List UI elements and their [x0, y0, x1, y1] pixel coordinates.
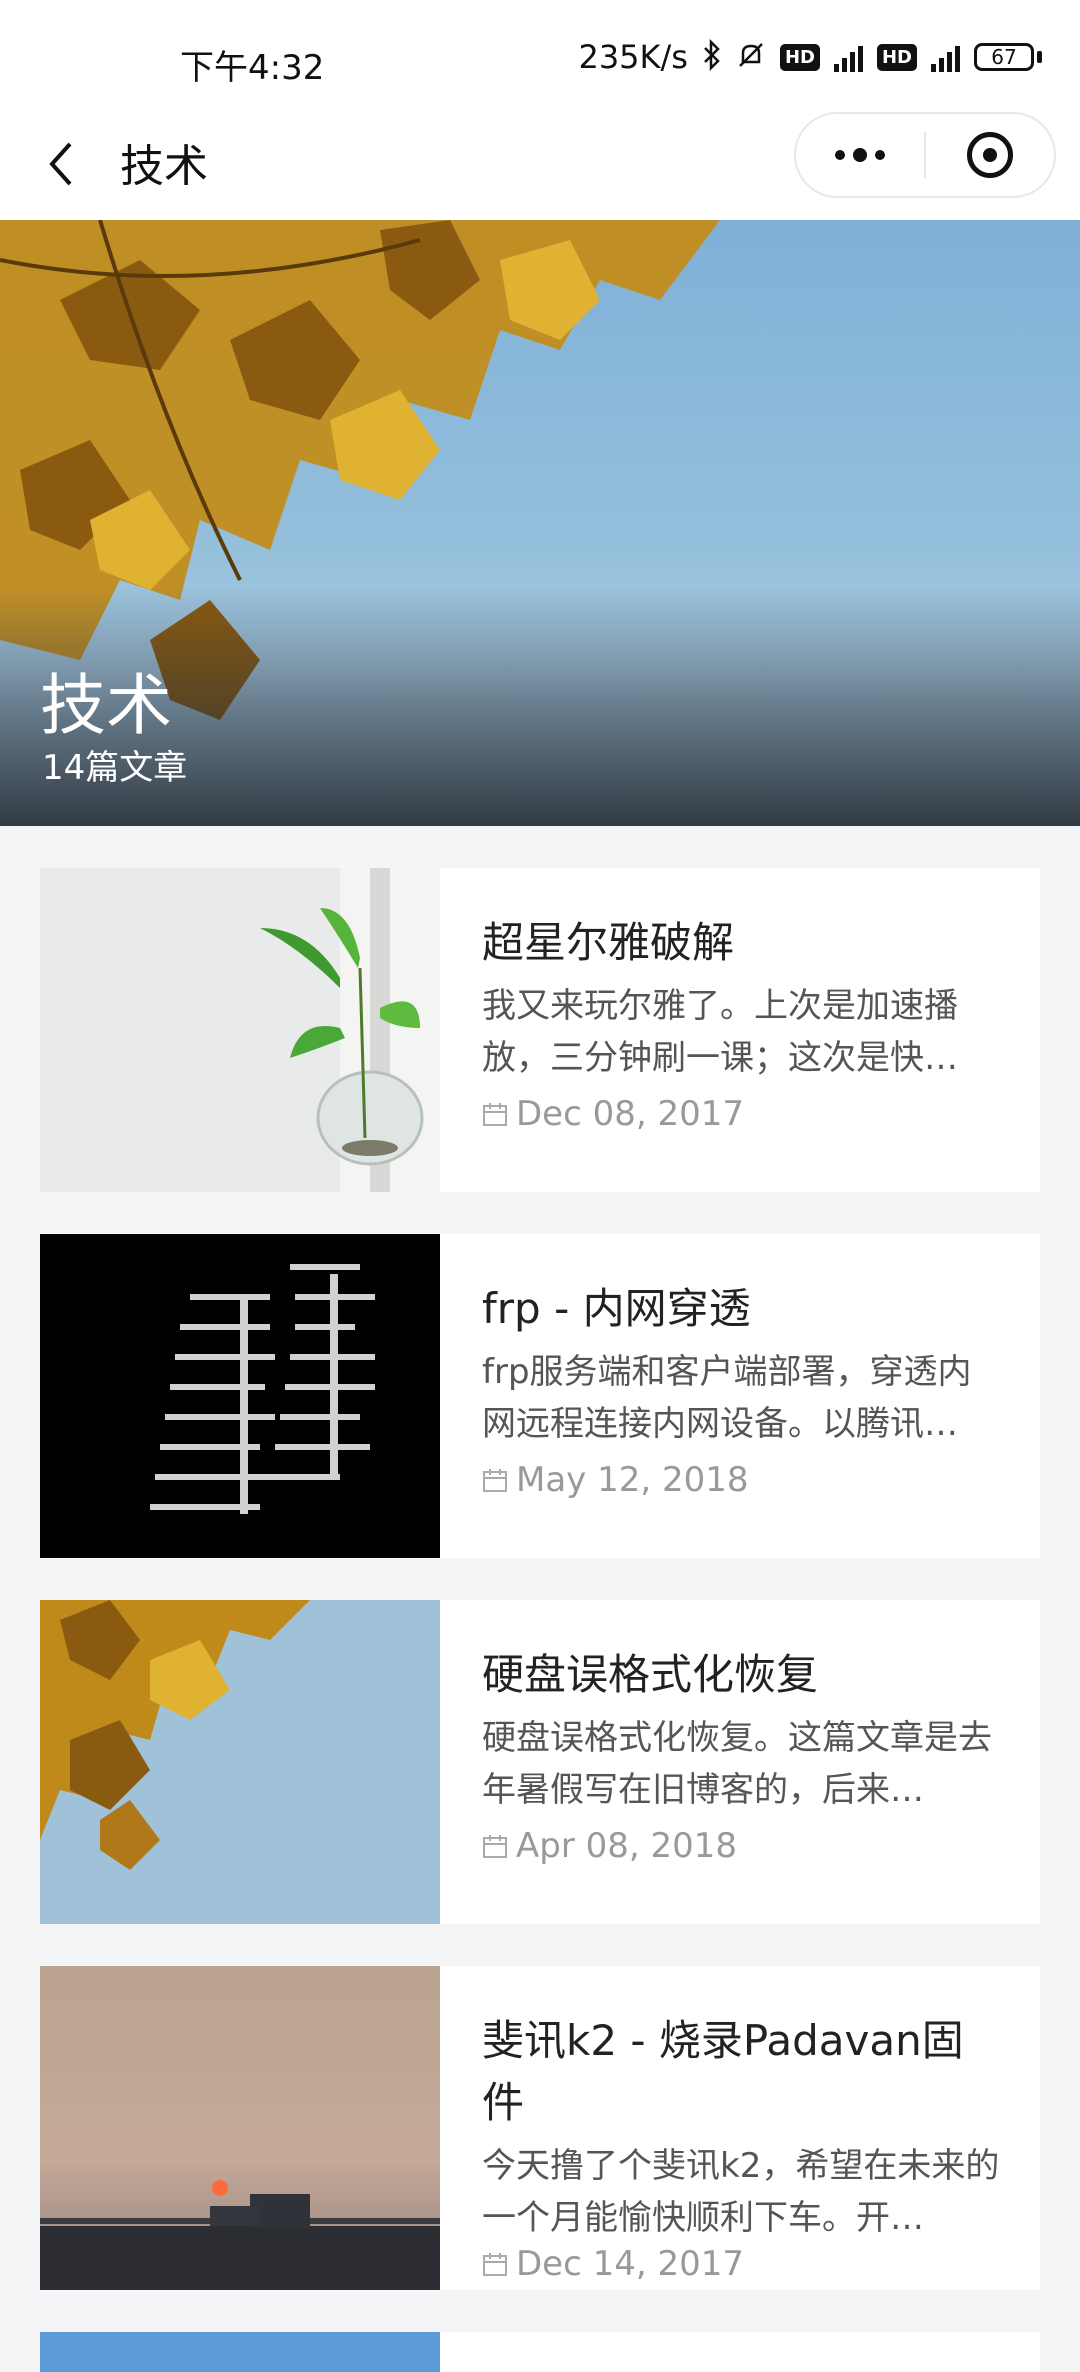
battery-icon: 67	[974, 43, 1042, 71]
hero-title: 技术	[40, 667, 172, 744]
article-date: Apr 08, 2018	[516, 1826, 738, 1866]
article-date-row: Dec 08, 2017	[482, 1094, 1002, 1134]
article-card[interactable]: 斐讯k2 - 烧录Padavan固件 今天撸了个斐讯k2，希望在未来的一个月能愉…	[40, 1966, 1040, 2290]
article-title: 斐讯k2 - 烧录Padavan固件	[482, 2016, 964, 2127]
article-title: frp - 内网穿透	[482, 1284, 751, 1333]
calendar-icon	[483, 1103, 507, 1126]
status-bar: 下午4:32 235K/s HD HD 67	[0, 0, 1080, 110]
status-icons: 235K/s HD HD 67	[578, 38, 1042, 76]
hd-badge-2: HD	[876, 43, 917, 71]
mini-program-capsule	[794, 112, 1056, 198]
close-miniprogram-button[interactable]	[926, 114, 1054, 196]
article-card[interactable]: 超星尔雅破解 我又来玩尔雅了。上次是加速播放，三分钟刷一课；这次是快… Dec …	[40, 868, 1040, 1192]
mute-bell-icon	[736, 40, 766, 75]
more-button[interactable]	[796, 114, 924, 196]
article-body: frp - 内网穿透 frp服务端和客户端部署，穿透内网远程连接内网设备。以腾讯…	[482, 1278, 1002, 1500]
article-body: 硬盘误格式化恢复 硬盘误格式化恢复。这篇文章是去年暑假写在旧博客的，后来… Ap…	[482, 1644, 1002, 1866]
article-date: May 12, 2018	[516, 1460, 749, 1500]
article-excerpt: frp服务端和客户端部署，穿透内网远程连接内网设备。以腾讯…	[482, 1352, 972, 1444]
article-thumbnail	[40, 868, 440, 1192]
article-date: Dec 14, 2017	[516, 2244, 745, 2284]
more-dots-icon	[835, 148, 885, 162]
article-date-row: Apr 08, 2018	[482, 1826, 1002, 1866]
battery-level: 67	[974, 43, 1034, 71]
calendar-icon	[483, 1835, 507, 1858]
article-card-partial[interactable]	[40, 2332, 1040, 2372]
article-body: 斐讯k2 - 烧录Padavan固件 今天撸了个斐讯k2，希望在未来的一个月能愉…	[482, 2010, 1002, 2284]
plant-vase-image	[40, 868, 440, 1192]
network-speed: 235K/s	[578, 38, 688, 76]
article-title: 硬盘误格式化恢复	[482, 1650, 819, 1699]
article-excerpt: 今天撸了个斐讯k2，希望在未来的一个月能愉快顺利下车。开…	[482, 2146, 1000, 2238]
article-date: Dec 08, 2017	[516, 1094, 745, 1134]
signal-icon-2	[931, 42, 960, 72]
article-card[interactable]: frp - 内网穿透 frp服务端和客户端部署，穿透内网远程连接内网设备。以腾讯…	[40, 1234, 1040, 1558]
article-thumbnail	[40, 1966, 440, 2290]
article-thumbnail	[40, 1600, 440, 1924]
signal-icon-1	[833, 42, 863, 72]
sunset-truck-image	[40, 1966, 440, 2290]
article-body: 超星尔雅破解 我又来玩尔雅了。上次是加速播放，三分钟刷一课；这次是快… Dec …	[482, 912, 1002, 1134]
article-title: 超星尔雅破解	[482, 918, 735, 967]
target-circle-icon	[967, 132, 1013, 178]
page-title: 技术	[120, 141, 208, 192]
article-date-row: May 12, 2018	[482, 1460, 1002, 1500]
autumn-leaves-thumb-image	[40, 1600, 440, 1924]
article-excerpt: 硬盘误格式化恢复。这篇文章是去年暑假写在旧博客的，后来…	[482, 1718, 992, 1810]
hero-article-count: 14篇文章	[42, 748, 188, 788]
article-card[interactable]: 硬盘误格式化恢复 硬盘误格式化恢复。这篇文章是去年暑假写在旧博客的，后来… Ap…	[40, 1600, 1040, 1924]
chevron-left-icon	[49, 142, 72, 186]
nav-bar: 技术	[0, 110, 1080, 220]
hd-badge-1: HD	[779, 43, 820, 71]
article-thumbnail	[40, 2332, 440, 2372]
calendar-icon	[483, 1469, 507, 1492]
article-date-row: Dec 14, 2017	[482, 2244, 1002, 2284]
calendar-icon	[483, 2253, 507, 2276]
status-time: 下午4:32	[180, 48, 325, 88]
article-thumbnail	[40, 1234, 440, 1558]
code-screen-image	[40, 1234, 440, 1558]
category-hero: 技术 14篇文章	[0, 220, 1080, 826]
article-excerpt: 我又来玩尔雅了。上次是加速播放，三分钟刷一课；这次是快…	[482, 986, 958, 1078]
bluetooth-icon	[702, 38, 722, 76]
back-button[interactable]	[40, 134, 80, 194]
